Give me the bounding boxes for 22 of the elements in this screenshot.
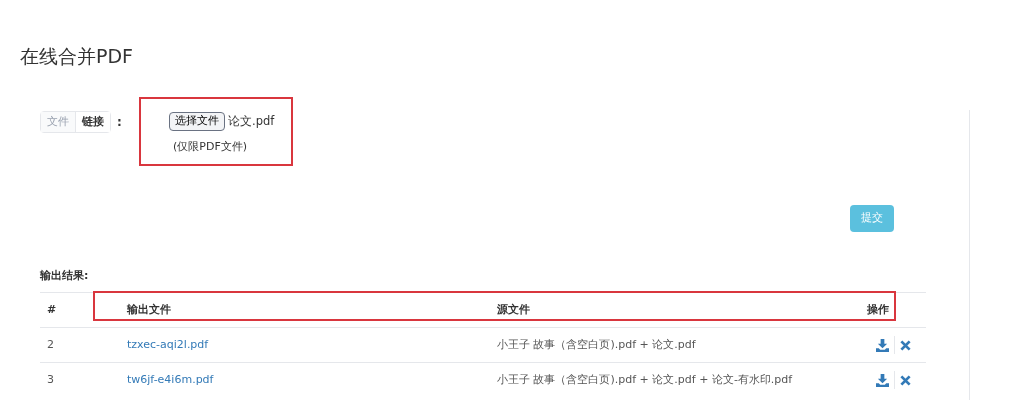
download-icon[interactable] [876, 373, 889, 387]
results-heading: 输出结果: [40, 268, 89, 284]
row-number: 2 [47, 337, 54, 351]
download-icon[interactable] [876, 338, 889, 352]
colon-text: : [117, 114, 122, 131]
column-header: # [47, 302, 57, 316]
file-link[interactable]: tzxec-aqi2l.pdf [127, 337, 209, 351]
source-tab[interactable]: 文件 [41, 112, 75, 132]
column-header: 源文件 [497, 302, 530, 316]
column-header: 输出文件 [127, 302, 171, 316]
table-cell: 小王子 故事（含空白页).pdf + 论文.pdf [497, 337, 696, 351]
row-number: 3 [47, 373, 54, 386]
file-hint: (仅限PDF文件) [173, 139, 247, 155]
close-icon[interactable] [900, 374, 911, 386]
file-link[interactable]: tw6jf-e4i6m.pdf [127, 373, 214, 386]
table-cell: 小王子 故事（含空白页).pdf + 论文.pdf + 论文-有水印.pdf [497, 373, 793, 386]
close-icon[interactable] [900, 339, 911, 351]
column-header: 操作 [867, 302, 889, 316]
file-name: 论文.pdf [228, 112, 275, 130]
choose-file-button[interactable]: 选择文件 [169, 112, 225, 131]
page-title: 在线合并PDF [20, 44, 134, 69]
source-tab[interactable]: 链接 [75, 112, 110, 132]
